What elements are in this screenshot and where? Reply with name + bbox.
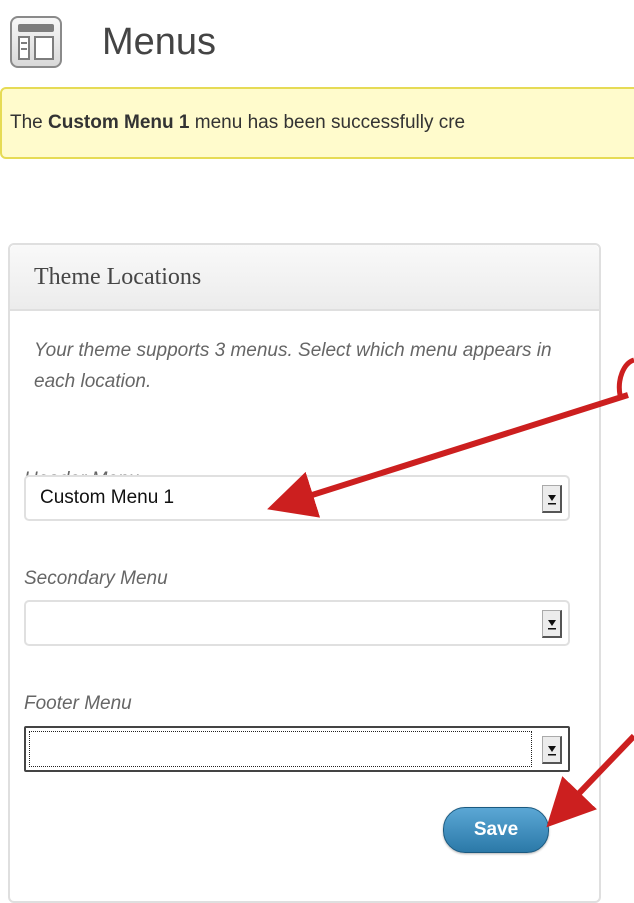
callout-circle-fragment: [616, 357, 634, 396]
success-notice: The Custom Menu 1 menu has been successf…: [0, 87, 634, 159]
footer-menu-label: Footer Menu: [24, 693, 132, 714]
footer-menu-select[interactable]: [24, 726, 570, 772]
page-header: Menus: [10, 14, 216, 70]
header-menu-select[interactable]: Custom Menu 1: [24, 475, 570, 521]
save-button[interactable]: Save: [443, 807, 549, 853]
theme-locations-heading: Theme Locations: [10, 245, 599, 311]
menus-icon: [10, 16, 62, 68]
notice-suffix: menu has been successfully cre: [194, 112, 466, 133]
header-menu-select-value: Custom Menu 1: [40, 487, 175, 508]
secondary-menu-select[interactable]: [24, 600, 570, 646]
secondary-menu-label: Secondary Menu: [24, 568, 168, 589]
footer-menu-dropdown-icon[interactable]: [542, 736, 562, 764]
notice-menu-name: Custom Menu 1: [48, 112, 190, 133]
secondary-menu-dropdown-icon[interactable]: [542, 610, 562, 638]
theme-locations-description: Your theme supports 3 menus. Select whic…: [34, 340, 552, 392]
page-title: Menus: [102, 20, 217, 63]
notice-prefix: The: [10, 112, 43, 133]
header-menu-dropdown-icon[interactable]: [542, 485, 562, 513]
